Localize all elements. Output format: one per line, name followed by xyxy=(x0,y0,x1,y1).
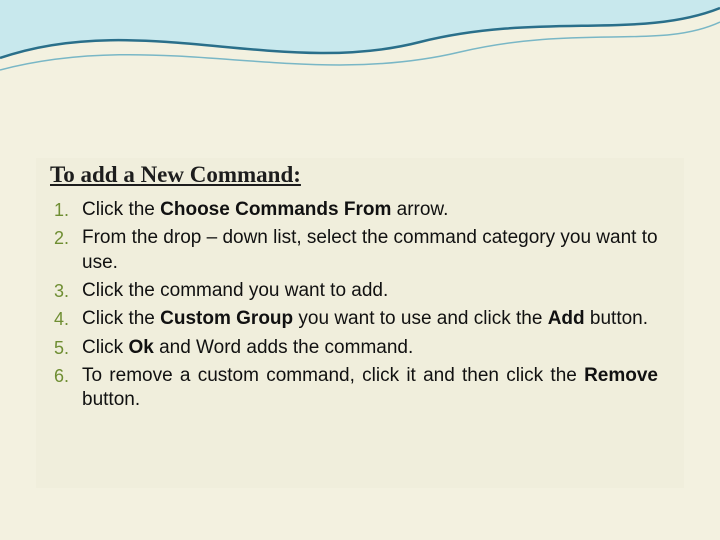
slide: To add a New Command: Click the Choose C… xyxy=(0,0,720,540)
step-1: Click the Choose Commands From arrow. xyxy=(54,198,658,222)
steps-list: Click the Choose Commands From arrow. Fr… xyxy=(54,198,658,413)
step-4: Click the Custom Group you want to use a… xyxy=(54,307,658,331)
step-5: Click Ok and Word adds the command. xyxy=(54,336,658,360)
step-6: To remove a custom command, click it and… xyxy=(54,364,658,413)
decorative-wave xyxy=(0,0,720,90)
step-2: From the drop – down list, select the co… xyxy=(54,226,658,275)
heading: To add a New Command: xyxy=(50,158,684,188)
step-3: Click the command you want to add. xyxy=(54,279,658,303)
content-box: To add a New Command: Click the Choose C… xyxy=(36,158,684,488)
